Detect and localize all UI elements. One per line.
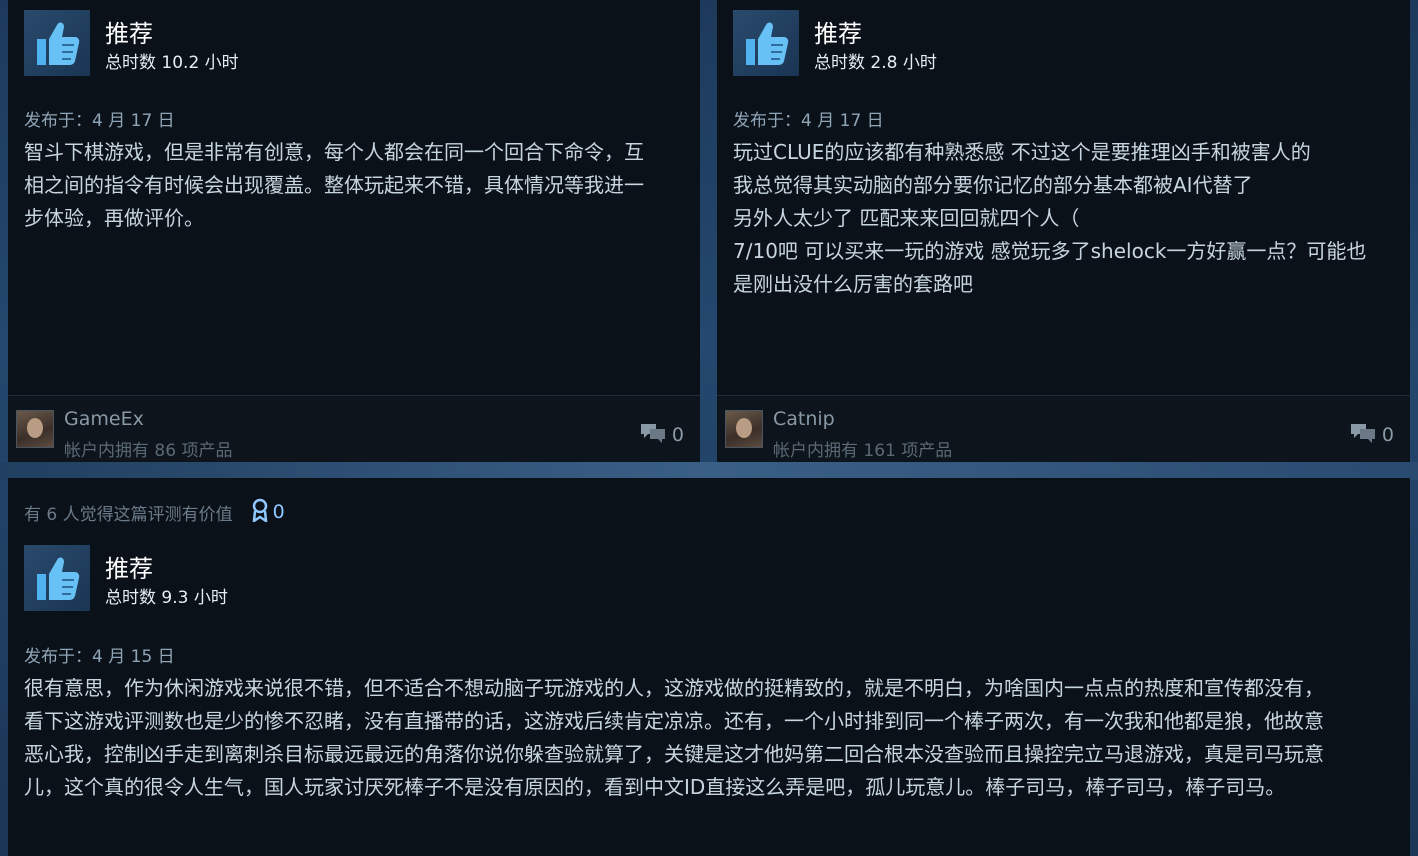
avatar[interactable]	[725, 410, 763, 448]
review-line: 我总觉得其实动脑的部分要你记忆的部分基本都被AI代替了	[733, 173, 1253, 197]
review-line: 恶心我，控制凶手走到离刺杀目标最远最远的角落你说你躲查验就算了，关键是这才他妈第…	[24, 742, 1324, 766]
comment-bubbles-icon	[640, 422, 666, 448]
awards-button[interactable]: 0	[251, 498, 285, 526]
review-body: 智斗下棋游戏，但是非常有创意，每个人都会在同一个回合下命令，互 相之间的指令有时…	[24, 136, 689, 235]
playtime-hours: 总时数 2.8 小时	[814, 53, 937, 73]
username-link[interactable]: GameEx	[64, 408, 144, 430]
avatar[interactable]	[16, 410, 54, 448]
review-author-footer: GameEx 帐户内拥有 86 项产品 0	[8, 395, 700, 462]
helpful-votes: 有 6 人觉得这篇评测有价值 0	[24, 498, 285, 526]
review-line: 玩过CLUE的应该都有种熟悉感 不过这个是要推理凶手和被害人的	[733, 140, 1311, 164]
review-header[interactable]: 推荐 总时数 2.8 小时	[733, 10, 937, 76]
review-body: 很有意思，作为休闲游戏来说很不错，但不适合不想动脑子玩游戏的人，这游戏做的挺精致…	[24, 672, 1404, 804]
helpful-text: 有 6 人觉得这篇评测有价值	[24, 504, 233, 525]
playtime-hours: 总时数 9.3 小时	[105, 588, 228, 608]
playtime-hours: 总时数 10.2 小时	[105, 53, 239, 73]
review-body: 玩过CLUE的应该都有种熟悉感 不过这个是要推理凶手和被害人的 我总觉得其实动脑…	[733, 136, 1401, 301]
recommendation-title: 推荐	[105, 555, 153, 583]
thumbs-up-icon	[24, 10, 90, 76]
products-owned: 帐户内拥有 86 项产品	[64, 441, 233, 461]
thumbs-up-icon	[733, 10, 799, 76]
review-card: 有 6 人觉得这篇评测有价值 0 推荐 总时数 9.3 小时 发布于：4 月 1…	[8, 478, 1410, 856]
award-count: 0	[272, 501, 285, 523]
posted-date: 发布于：4 月 17 日	[733, 111, 884, 131]
products-owned: 帐户内拥有 161 项产品	[773, 441, 953, 461]
recommendation-title: 推荐	[814, 20, 862, 48]
username-link[interactable]: Catnip	[773, 408, 835, 430]
thumbs-up-icon	[24, 545, 90, 611]
comments-button[interactable]: 0	[1350, 422, 1394, 448]
review-line: 7/10吧 可以买来一玩的游戏 感觉玩多了shelock一方好赢一点？可能也	[733, 239, 1367, 263]
review-card: 推荐 总时数 2.8 小时 发布于：4 月 17 日 玩过CLUE的应该都有种熟…	[717, 0, 1410, 462]
review-header[interactable]: 推荐 总时数 10.2 小时	[24, 10, 239, 76]
review-card: 推荐 总时数 10.2 小时 发布于：4 月 17 日 智斗下棋游戏，但是非常有…	[8, 0, 700, 462]
review-line: 另外人太少了 匹配来来回回就四个人（	[733, 206, 1080, 230]
review-header[interactable]: 推荐 总时数 9.3 小时	[24, 545, 228, 611]
comment-bubbles-icon	[1350, 422, 1376, 448]
posted-date: 发布于：4 月 17 日	[24, 111, 175, 131]
review-line: 很有意思，作为休闲游戏来说很不错，但不适合不想动脑子玩游戏的人，这游戏做的挺精致…	[24, 676, 1324, 700]
review-line: 是刚出没什么厉害的套路吧	[733, 272, 973, 296]
award-ribbon-icon	[251, 498, 269, 526]
review-line: 相之间的指令有时候会出现覆盖。整体玩起来不错，具体情况等我进一	[24, 173, 644, 197]
posted-date: 发布于：4 月 15 日	[24, 647, 175, 667]
recommendation-title: 推荐	[105, 20, 153, 48]
review-line: 步体验，再做评价。	[24, 206, 204, 230]
comment-count: 0	[671, 424, 684, 446]
review-line: 智斗下棋游戏，但是非常有创意，每个人都会在同一个回合下命令，互	[24, 140, 644, 164]
review-line: 看下这游戏评测数也是少的惨不忍睹，没有直播带的话，这游戏后续肯定凉凉。还有，一个…	[24, 709, 1324, 733]
review-author-footer: Catnip 帐户内拥有 161 项产品 0	[717, 395, 1410, 462]
review-line: 儿，这个真的很令人生气，国人玩家讨厌死棒子不是没有原因的，看到中文ID直接这么弄…	[24, 775, 1286, 799]
comments-button[interactable]: 0	[640, 422, 684, 448]
comment-count: 0	[1381, 424, 1394, 446]
